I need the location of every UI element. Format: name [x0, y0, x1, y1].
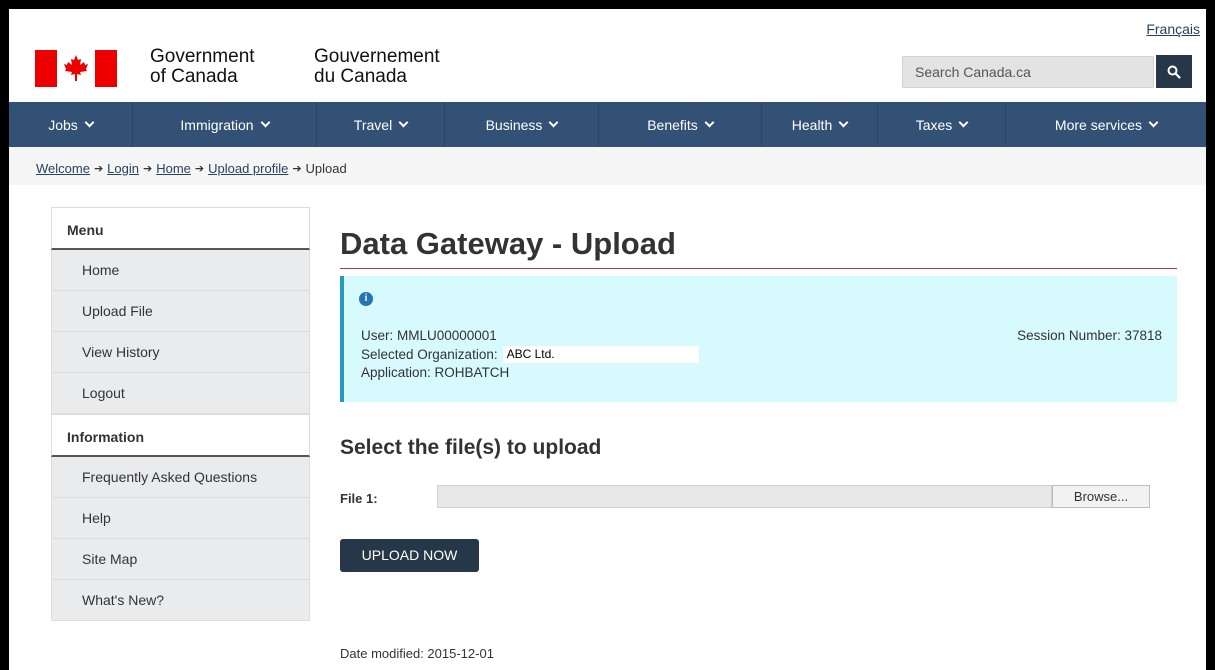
arrow-right-icon: ➔ — [194, 163, 205, 175]
sidebar: Menu Home Upload File View History Logou… — [51, 207, 310, 621]
nav-item-jobs[interactable]: Jobs — [9, 102, 133, 147]
browse-button[interactable]: Browse... — [1052, 485, 1150, 508]
breadcrumb-link-home[interactable]: Home — [156, 161, 191, 176]
nav-item-business[interactable]: Business — [445, 102, 599, 147]
nav-item-benefits[interactable]: Benefits — [599, 102, 762, 147]
nav-label: Immigration — [180, 116, 254, 133]
government-signature-fr: Gouvernement du Canada — [314, 47, 440, 87]
nav-item-more-services[interactable]: More services — [1006, 102, 1206, 147]
main-nav: Jobs Immigration Travel Business Benefit… — [9, 102, 1206, 147]
selected-organization: Selected Organization: ABC Ltd. — [361, 346, 699, 363]
language-toggle-link[interactable]: Français — [1146, 21, 1200, 37]
title-divider — [340, 268, 1177, 269]
search-input[interactable]: Search Canada.ca — [902, 56, 1154, 88]
application-text: Application: ROHBATCH — [361, 365, 510, 380]
info-icon: i — [359, 292, 373, 306]
arrow-right-icon: ➔ — [93, 163, 104, 175]
session-info-panel: i User: MMLU00000001 Selected Organizati… — [340, 276, 1177, 402]
arrow-right-icon: ➔ — [142, 163, 153, 175]
chevron-down-icon — [548, 117, 559, 128]
date-modified: Date modified: 2015-12-01 — [340, 646, 494, 661]
signature-line: du Canada — [314, 66, 407, 87]
file-1-path-field[interactable] — [437, 485, 1052, 508]
chevron-down-icon — [704, 117, 715, 128]
chevron-down-icon — [398, 117, 409, 128]
upload-section-heading: Select the file(s) to upload — [340, 436, 602, 459]
nav-label: Benefits — [647, 116, 698, 133]
upload-now-button[interactable]: UPLOAD NOW — [340, 539, 479, 572]
chevron-down-icon — [84, 117, 95, 128]
government-signature-en: Government of Canada — [150, 47, 255, 87]
chevron-down-icon — [958, 117, 969, 128]
nav-label: Taxes — [915, 116, 953, 133]
sidebar-heading-menu: Menu — [51, 207, 310, 250]
file-1-label: File 1: — [340, 491, 378, 506]
sidebar-heading-information: Information — [51, 414, 310, 457]
breadcrumb-current: Upload — [305, 161, 347, 176]
nav-label: Travel — [353, 116, 393, 133]
sidebar-item-view-history[interactable]: View History — [51, 332, 310, 373]
session-number-text: Session Number: 37818 — [1017, 328, 1162, 343]
breadcrumb-link-login[interactable]: Login — [107, 161, 139, 176]
chevron-down-icon — [838, 117, 849, 128]
nav-label: Jobs — [48, 116, 78, 133]
nav-label: Health — [791, 116, 833, 133]
user-id-text: User: MMLU00000001 — [361, 328, 497, 343]
chevron-down-icon — [1148, 117, 1159, 128]
search-icon — [1167, 65, 1181, 79]
nav-item-taxes[interactable]: Taxes — [878, 102, 1006, 147]
maple-leaf-icon — [64, 54, 88, 82]
signature-line: Government — [150, 46, 255, 67]
organization-value: ABC Ltd. — [502, 346, 699, 363]
sidebar-item-home[interactable]: Home — [51, 250, 310, 291]
canada-flag-logo — [35, 50, 117, 87]
sidebar-item-upload-file[interactable]: Upload File — [51, 291, 310, 332]
sidebar-item-whats-new[interactable]: What's New? — [51, 580, 310, 621]
signature-line: Gouvernement — [314, 46, 440, 67]
signature-line: of Canada — [150, 66, 238, 87]
chevron-down-icon — [260, 117, 271, 128]
sidebar-item-help[interactable]: Help — [51, 498, 310, 539]
breadcrumb-link-upload-profile[interactable]: Upload profile — [208, 161, 288, 176]
search-button[interactable] — [1156, 55, 1192, 88]
breadcrumb-link-welcome[interactable]: Welcome — [36, 161, 90, 176]
nav-item-health[interactable]: Health — [762, 102, 878, 147]
sidebar-item-faq[interactable]: Frequently Asked Questions — [51, 457, 310, 498]
page: Français Government of Canada Gouverneme… — [9, 9, 1206, 670]
arrow-right-icon: ➔ — [292, 163, 302, 175]
nav-item-travel[interactable]: Travel — [317, 102, 445, 147]
nav-label: More services — [1054, 116, 1143, 133]
sidebar-item-site-map[interactable]: Site Map — [51, 539, 310, 580]
breadcrumb: Welcome ➔ Login ➔ Home ➔ Upload profile … — [36, 161, 347, 176]
sidebar-item-logout[interactable]: Logout — [51, 373, 310, 414]
organization-label: Selected Organization: — [361, 347, 498, 362]
nav-label: Business — [485, 116, 543, 133]
nav-item-immigration[interactable]: Immigration — [133, 102, 317, 147]
page-title: Data Gateway - Upload — [340, 226, 676, 261]
breadcrumb-bar: Welcome ➔ Login ➔ Home ➔ Upload profile … — [9, 147, 1206, 185]
